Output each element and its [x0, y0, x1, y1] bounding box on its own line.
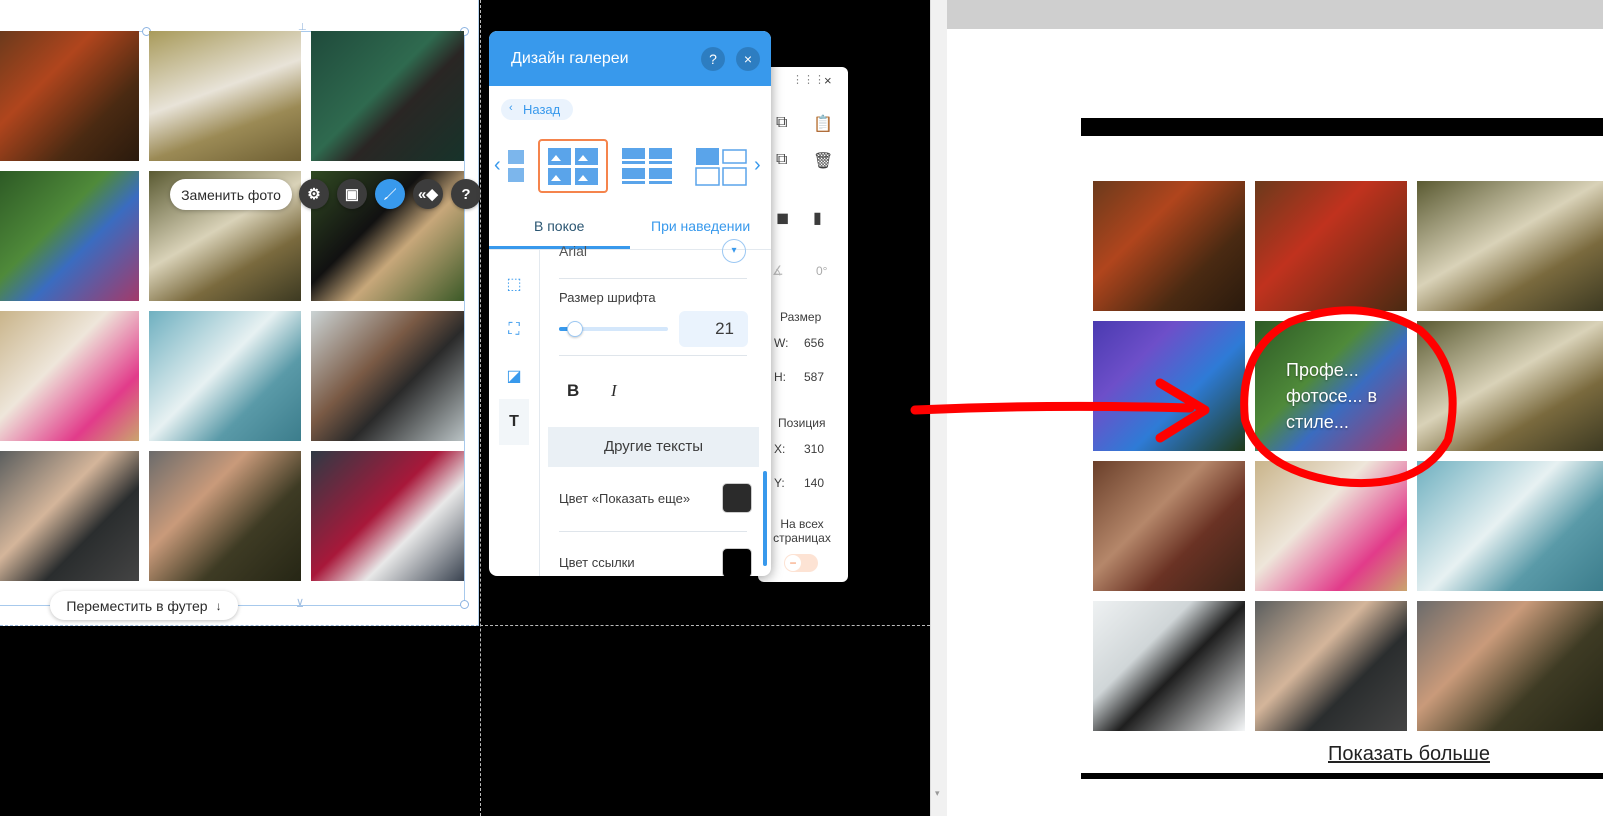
annotation-circle: [1240, 306, 1457, 488]
annotation-arrow: [910, 401, 1195, 415]
annotation-overlay: [910, 306, 1457, 488]
